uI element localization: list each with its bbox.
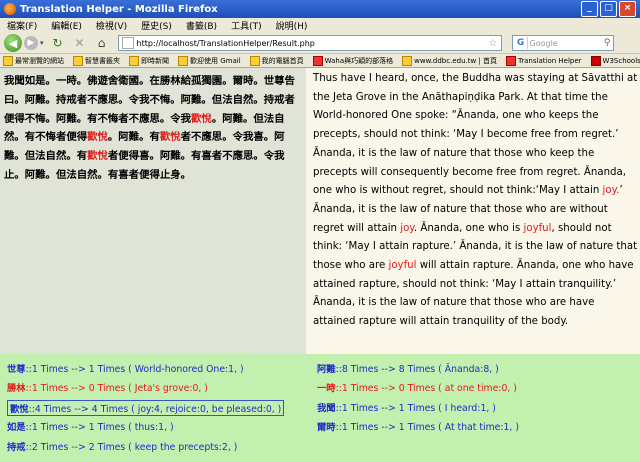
text-run: 。阿難。有	[107, 131, 160, 144]
forward-button[interactable]: ▶	[24, 36, 38, 50]
bookmark-icon	[73, 55, 83, 66]
back-button[interactable]: ◀	[4, 34, 22, 52]
term-stat-row: 一時::1 Times --> 0 Times ( at one time:0,…	[317, 380, 517, 394]
term-count-text: ::1 Times --> 1 Times ( At that time:1, …	[335, 422, 519, 433]
bookmark-item[interactable]: 智慧書籤夾	[70, 55, 120, 66]
menu-bar: 檔案(F) 編輯(E) 檢視(V) 歷史(S) 書籤(B) 工具(T) 說明(H…	[0, 18, 640, 33]
bookmark-item[interactable]: 我的電腦首頁	[247, 55, 304, 66]
bookmark-icon	[312, 55, 323, 66]
highlighted-term: joyful	[388, 260, 417, 272]
term-stat-row: 勝林::1 Times --> 0 Times ( Jeta's grove:0…	[7, 380, 208, 394]
term-count-text: ::1 Times --> 1 Times ( World-honored On…	[25, 364, 244, 375]
window-title: Translation Helper - Mozilla Firefox	[20, 3, 218, 15]
term-key: 持戒	[7, 442, 26, 453]
term-count-text: ::1 Times --> 0 Times ( Jeta's grove:0, …	[25, 383, 208, 394]
navigation-toolbar: ◀ ▶ ▾ ↻ ✕ ⌂ http://localhost/Translation…	[0, 33, 640, 54]
term-key: 我聞	[317, 403, 336, 414]
term-count-text: ::1 Times --> 1 Times ( thus:1, )	[25, 422, 174, 433]
home-icon[interactable]: ⌂	[94, 35, 110, 51]
source-text-pane: 我聞如是。一時。佛遊舍衛國。在勝林給孤獨園。爾時。世尊告曰。阿難。持戒者不應思。…	[0, 68, 306, 354]
highlighted-term: 歡悅	[159, 131, 181, 144]
bookmark-item[interactable]: Translation Helper	[503, 55, 582, 66]
term-stat-row: 我聞::1 Times --> 1 Times ( I heard:1, )	[317, 400, 496, 414]
bookmark-item[interactable]: Waha與巧穎的部落格	[310, 55, 393, 66]
url-bar[interactable]: http://localhost/TranslationHelper/Resul…	[117, 35, 502, 51]
search-input[interactable]: Google	[530, 39, 558, 48]
bookmark-icon	[402, 55, 413, 66]
bookmark-icon	[178, 55, 188, 66]
highlighted-term: 歡悅	[191, 112, 212, 125]
term-stat-row: 世尊::1 Times --> 1 Times ( World-honored …	[7, 361, 244, 375]
bookmark-icon	[506, 55, 517, 66]
search-icon[interactable]: ⚲	[604, 38, 611, 48]
search-box[interactable]: G Google ⚲	[511, 35, 614, 51]
term-count-text: ::2 Times --> 2 Times ( keep the precept…	[25, 442, 238, 453]
close-button[interactable]: ×	[619, 1, 636, 17]
menu-bookmarks[interactable]: 書籤(B)	[179, 19, 224, 32]
firefox-icon	[4, 3, 16, 15]
highlighted-term: joyful	[523, 222, 552, 234]
bookmark-icon	[249, 55, 260, 66]
term-count-text: ::8 Times --> 8 Times ( Ānanda:8, )	[335, 364, 499, 375]
term-statistics-panel: 世尊::1 Times --> 1 Times ( World-honored …	[0, 354, 640, 462]
term-count-text: ::4 Times --> 4 Times ( joy:4, rejoice:0…	[28, 404, 282, 415]
page-favicon-icon	[121, 37, 134, 49]
highlighted-term: 歡悅	[87, 131, 108, 144]
term-stat-row: 持戒::2 Times --> 2 Times ( keep the prece…	[7, 439, 237, 453]
term-stat-row: 爾時::1 Times --> 1 Times ( At that time:1…	[317, 419, 519, 433]
term-stat-row: 阿難::8 Times --> 8 Times ( Ānanda:8, )	[317, 361, 499, 375]
menu-view[interactable]: 檢視(V)	[89, 19, 134, 32]
term-stat-row: 歡悅::4 Times --> 4 Times ( joy:4, rejoice…	[7, 400, 285, 416]
term-key: 爾時	[317, 422, 336, 433]
text-run: 悔。阿難。有不悔者不應思。令我	[35, 112, 192, 125]
highlighted-term: joy	[400, 222, 414, 234]
google-icon[interactable]: G	[514, 37, 528, 49]
bookmark-star-icon[interactable]: ☆	[489, 38, 498, 49]
bookmark-icon	[129, 55, 139, 66]
term-count-text: ::1 Times --> 1 Times ( I heard:1, )	[335, 403, 496, 414]
term-key: 歡悅	[10, 404, 29, 415]
stop-icon[interactable]: ✕	[72, 35, 88, 51]
text-run: Thus have I heard, once, the Buddha was …	[313, 73, 638, 197]
page-content: 我聞如是。一時。佛遊舍衛國。在勝林給孤獨園。爾時。世尊告曰。阿難。持戒者不應思。…	[0, 68, 640, 462]
menu-tools[interactable]: 工具(T)	[224, 19, 269, 32]
term-count-text: ::1 Times --> 0 Times ( at one time:0, )	[335, 383, 517, 394]
bookmark-icon	[3, 55, 13, 66]
bookmark-item[interactable]: 即時新聞	[126, 55, 169, 66]
bookmarks-toolbar: 最常瀏覽的網站 智慧書籤夾 即時新聞 歡迎使用 Gmail 我的電腦首頁 Wah…	[0, 54, 640, 68]
minimize-button[interactable]: _	[581, 1, 598, 17]
menu-file[interactable]: 檔案(F)	[0, 19, 44, 32]
maximize-button[interactable]: □	[600, 1, 617, 17]
bookmark-item[interactable]: 歡迎使用 Gmail	[175, 55, 241, 66]
term-key: 如是	[7, 422, 26, 433]
menu-history[interactable]: 歷史(S)	[134, 19, 179, 32]
term-key: 一時	[317, 383, 336, 394]
term-stat-row: 如是::1 Times --> 1 Times ( thus:1, )	[7, 419, 174, 433]
window-titlebar: Translation Helper - Mozilla Firefox _ □…	[0, 0, 640, 18]
bookmark-item[interactable]: W3Schools	[588, 55, 640, 66]
history-dropdown-icon[interactable]: ▾	[40, 39, 44, 47]
term-key: 勝林	[7, 383, 26, 394]
highlighted-term: 歡悅	[87, 150, 108, 163]
bookmark-item[interactable]: www.ddbc.edu.tw | 首頁	[399, 55, 497, 66]
bookmark-icon	[590, 55, 601, 66]
translation-text-pane: Thus have I heard, once, the Buddha was …	[306, 68, 640, 354]
url-input[interactable]: http://localhost/TranslationHelper/Resul…	[137, 39, 489, 48]
menu-help[interactable]: 說明(H)	[269, 19, 315, 32]
menu-edit[interactable]: 編輯(E)	[44, 19, 89, 32]
term-key: 世尊	[7, 364, 26, 375]
text-run: . Ānanda, one who is	[413, 222, 524, 234]
reload-icon[interactable]: ↻	[50, 35, 66, 51]
bookmark-item[interactable]: 最常瀏覽的網站	[0, 55, 64, 66]
highlighted-term: joy.	[602, 185, 620, 197]
term-key: 阿難	[317, 364, 336, 375]
